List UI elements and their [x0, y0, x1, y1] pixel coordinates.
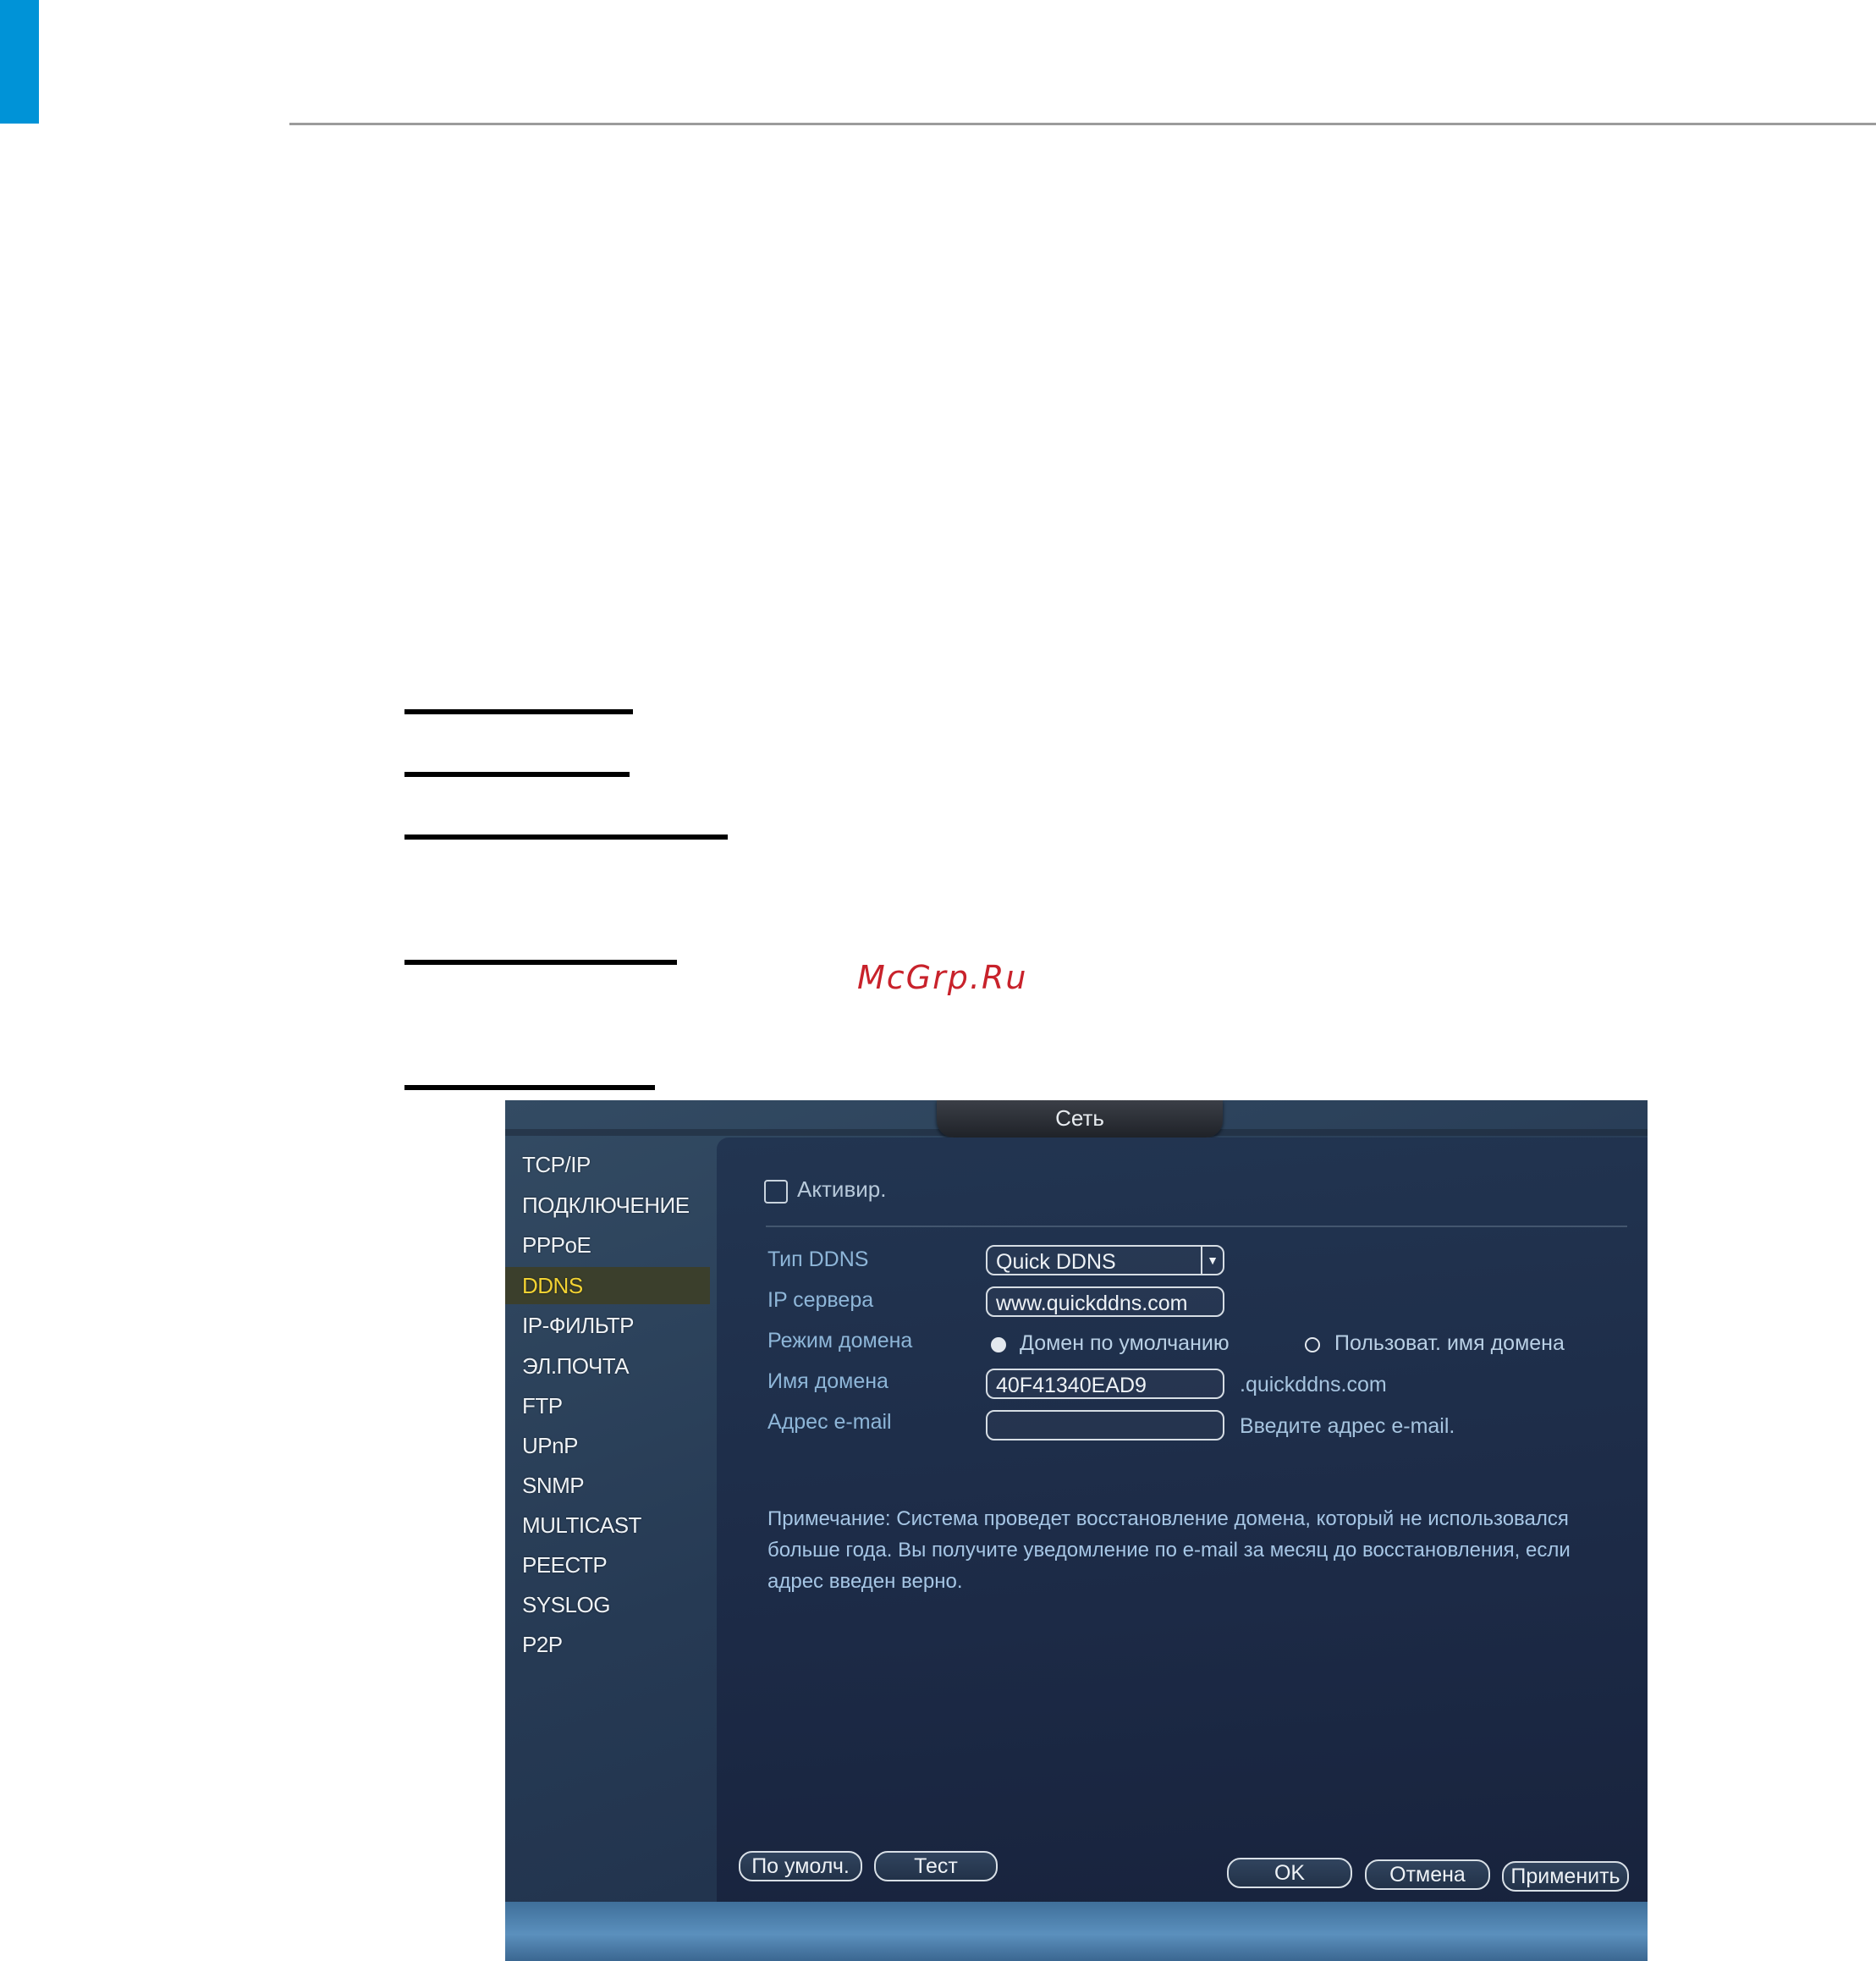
email-label: Адрес e-mail — [767, 1410, 892, 1434]
email-hint: Введите адрес e-mail. — [1240, 1414, 1455, 1438]
server-ip-input[interactable]: www.quickddns.com — [986, 1286, 1224, 1317]
blank-underline-2 — [404, 772, 630, 777]
ddns-type-select[interactable]: Quick DDNS ▼ — [986, 1245, 1224, 1275]
note-text: Примечание: Система проведет восстановле… — [767, 1507, 1571, 1593]
dvr-network-window: Сеть TCP/IP ПОДКЛЮЧЕНИЕ PPPoE DDNS IP-ФИ… — [505, 1100, 1648, 1961]
domain-mode-label: Режим домена — [767, 1329, 913, 1352]
ddns-type-label: Тип DDNS — [767, 1248, 869, 1271]
radio-custom-domain-label: Пользоват. имя домена — [1334, 1331, 1565, 1355]
sidebar-item-tcpip[interactable]: TCP/IP — [522, 1146, 704, 1183]
enable-label: Активир. — [797, 1176, 887, 1202]
sidebar-item-connection[interactable]: ПОДКЛЮЧЕНИЕ — [522, 1187, 704, 1224]
apply-button[interactable]: Применить — [1502, 1861, 1629, 1892]
watermark-text: McGrp.Ru — [857, 959, 1028, 996]
section-divider — [766, 1226, 1627, 1227]
blank-underline-5 — [404, 1085, 655, 1090]
enable-checkbox[interactable] — [764, 1180, 788, 1204]
network-menu: TCP/IP ПОДКЛЮЧЕНИЕ PPPoE DDNS IP-ФИЛЬТР … — [505, 1137, 717, 1902]
header-rule — [289, 123, 1876, 125]
domain-name-input[interactable]: 40F41340EAD9 — [986, 1369, 1224, 1399]
radio-custom-domain[interactable] — [1305, 1337, 1320, 1352]
screen-bottom-bezel — [505, 1902, 1648, 1961]
ok-button[interactable]: OK — [1227, 1858, 1352, 1888]
sidebar-item-registry[interactable]: РЕЕСТР — [522, 1546, 704, 1584]
chevron-down-icon[interactable]: ▼ — [1201, 1247, 1223, 1274]
email-input[interactable] — [986, 1410, 1224, 1440]
sidebar-item-upnp[interactable]: UPnP — [522, 1427, 704, 1464]
default-button[interactable]: По умолч. — [739, 1851, 862, 1881]
sidebar-item-pppoe[interactable]: PPPoE — [522, 1226, 704, 1264]
blank-underline-1 — [404, 709, 633, 714]
domain-suffix: .quickddns.com — [1240, 1373, 1387, 1396]
radio-default-domain-label: Домен по умолчанию — [1020, 1331, 1230, 1355]
sidebar-item-email[interactable]: ЭЛ.ПОЧТА — [522, 1347, 704, 1385]
sidebar-item-syslog[interactable]: SYSLOG — [522, 1586, 704, 1623]
sidebar-item-ip-filter[interactable]: IP-ФИЛЬТР — [522, 1307, 704, 1344]
window-title: Сеть — [937, 1100, 1223, 1137]
test-button[interactable]: Тест — [874, 1851, 998, 1881]
radio-default-domain[interactable] — [991, 1337, 1006, 1352]
ddns-settings-panel: Активир. Тип DDNS Quick DDNS ▼ IP сервер… — [717, 1137, 1648, 1902]
sidebar-item-p2p[interactable]: P2P — [522, 1626, 704, 1663]
sidebar-item-ftp[interactable]: FTP — [522, 1387, 704, 1424]
blank-underline-4 — [404, 960, 677, 965]
sidebar-item-multicast[interactable]: MULTICAST — [522, 1507, 704, 1544]
sidebar-item-ddns[interactable]: DDNS — [505, 1267, 710, 1304]
cancel-button[interactable]: Отмена — [1365, 1859, 1490, 1890]
ddns-type-value: Quick DDNS — [996, 1250, 1116, 1274]
domain-name-label: Имя домена — [767, 1369, 888, 1393]
server-ip-label: IP сервера — [767, 1288, 874, 1312]
blank-underline-3 — [404, 835, 728, 840]
sidebar-item-snmp[interactable]: SNMP — [522, 1467, 704, 1504]
page-accent-tab — [0, 0, 39, 124]
